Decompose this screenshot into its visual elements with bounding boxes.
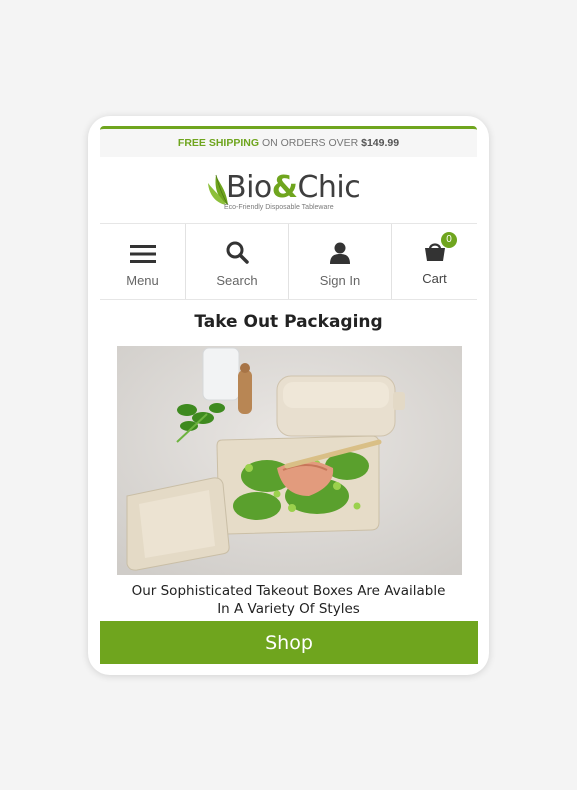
- user-icon: [330, 242, 350, 264]
- nav-menu-label: Menu: [126, 273, 159, 288]
- logo[interactable]: Bio&Chic Eco-Friendly Disposable Tablewa…: [206, 169, 370, 213]
- mobile-frame: FREE SHIPPING ON ORDERS OVER $149.99 Bio…: [88, 116, 489, 675]
- logo-text-bio: Bio: [226, 170, 272, 205]
- caption-line-1: Our Sophisticated Takeout Boxes Are Avai…: [131, 583, 446, 599]
- nav-sign-in-label: Sign In: [319, 273, 361, 288]
- cart-count-badge: 0: [441, 232, 457, 248]
- header: Bio&Chic Eco-Friendly Disposable Tablewa…: [100, 157, 477, 224]
- nav-sign-in[interactable]: Sign In: [289, 224, 392, 299]
- caption-line-2: In A Variety Of Styles: [217, 601, 360, 617]
- banner-text: ON ORDERS OVER: [261, 137, 359, 149]
- nav-cart[interactable]: 0 Cart: [392, 224, 477, 299]
- shop-button[interactable]: Shop: [100, 621, 478, 664]
- logo-text-chic: Chic: [297, 170, 361, 205]
- nav-search-label: Search: [216, 273, 258, 288]
- logo-wordmark: Bio&Chic: [226, 169, 361, 207]
- banner-highlight: FREE SHIPPING: [177, 137, 260, 149]
- search-icon: [226, 241, 249, 264]
- banner-amount: $149.99: [361, 137, 400, 149]
- shipping-banner: FREE SHIPPING ON ORDERS OVER $149.99: [100, 126, 477, 157]
- hero-image[interactable]: [117, 346, 462, 575]
- hero-caption: Our Sophisticated Takeout Boxes Are Avai…: [100, 582, 477, 618]
- logo-tagline: Eco-Friendly Disposable Tableware: [224, 204, 334, 211]
- takeout-food-photo: [117, 346, 462, 575]
- hamburger-icon: [129, 245, 156, 263]
- nav-search[interactable]: Search: [186, 224, 289, 299]
- nav-cart-label: Cart: [422, 271, 447, 286]
- nav-bar: Menu Search Sign In 0 Cart: [100, 224, 477, 300]
- nav-menu[interactable]: Menu: [100, 224, 186, 299]
- logo-text-amp: &: [271, 170, 298, 205]
- page-title: Take Out Packaging: [194, 312, 383, 332]
